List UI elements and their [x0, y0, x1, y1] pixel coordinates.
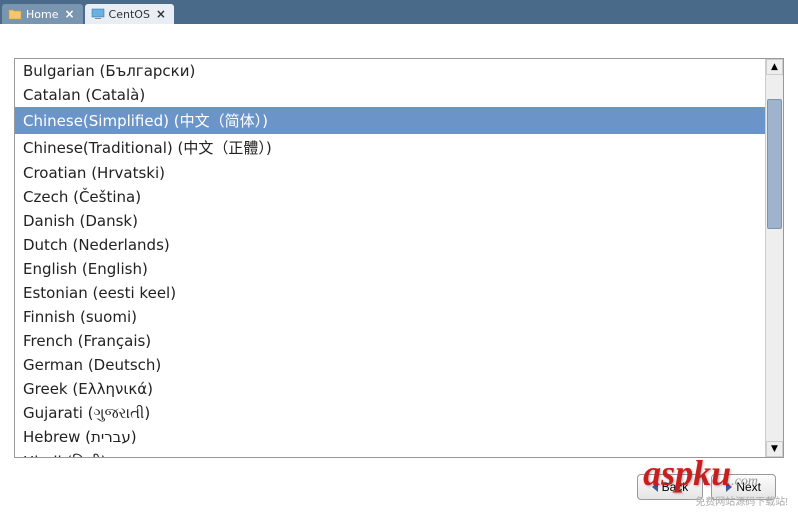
close-icon[interactable]: × [62, 7, 76, 21]
list-item[interactable]: Hindi (हिन्दी) [15, 449, 765, 457]
list-item[interactable]: Chinese(Simplified) (中文（简体）) [15, 107, 765, 134]
list-item[interactable]: German (Deutsch) [15, 353, 765, 377]
list-item[interactable]: Croatian (Hrvatski) [15, 161, 765, 185]
list-item[interactable]: Chinese(Traditional) (中文（正體）) [15, 134, 765, 161]
list-item[interactable]: Dutch (Nederlands) [15, 233, 765, 257]
arrow-right-icon [726, 482, 732, 492]
list-item[interactable]: English (English) [15, 257, 765, 281]
tab-label: Home [26, 8, 58, 21]
arrow-left-icon [652, 482, 658, 492]
monitor-icon [91, 7, 105, 21]
list-item[interactable]: Danish (Dansk) [15, 209, 765, 233]
back-button[interactable]: Back [637, 474, 704, 500]
list-item[interactable]: Hebrew (עברית) [15, 425, 765, 449]
scroll-up-button[interactable]: ▲ [766, 59, 783, 75]
language-list-container: Bulgarian (Български) Catalan (Català) C… [14, 58, 784, 458]
scroll-thumb[interactable] [767, 99, 782, 229]
tab-label: CentOS [109, 8, 150, 21]
tab-home[interactable]: Home × [2, 4, 83, 24]
close-icon[interactable]: × [154, 7, 168, 21]
list-item[interactable]: French (Français) [15, 329, 765, 353]
list-item[interactable]: Finnish (suomi) [15, 305, 765, 329]
list-item[interactable]: Gujarati (ગુજરાતી) [15, 401, 765, 425]
navigation-buttons: Back Next [14, 458, 784, 508]
scroll-down-button[interactable]: ▼ [766, 441, 783, 457]
back-button-label: Back [662, 480, 689, 494]
next-button-label: Next [736, 480, 761, 494]
scrollbar[interactable]: ▲ ▼ [765, 59, 783, 457]
list-item[interactable]: Czech (Čeština) [15, 185, 765, 209]
tab-bar: Home × CentOS × [0, 0, 798, 24]
list-item[interactable]: Greek (Ελληνικά) [15, 377, 765, 401]
tab-centos[interactable]: CentOS × [85, 4, 174, 24]
list-item[interactable]: Catalan (Català) [15, 83, 765, 107]
list-item[interactable]: Estonian (eesti keel) [15, 281, 765, 305]
next-button[interactable]: Next [711, 474, 776, 500]
installer-content: Bulgarian (Български) Catalan (Català) C… [0, 24, 798, 526]
language-list[interactable]: Bulgarian (Български) Catalan (Català) C… [15, 59, 765, 457]
folder-icon [8, 7, 22, 21]
list-item[interactable]: Bulgarian (Български) [15, 59, 765, 83]
